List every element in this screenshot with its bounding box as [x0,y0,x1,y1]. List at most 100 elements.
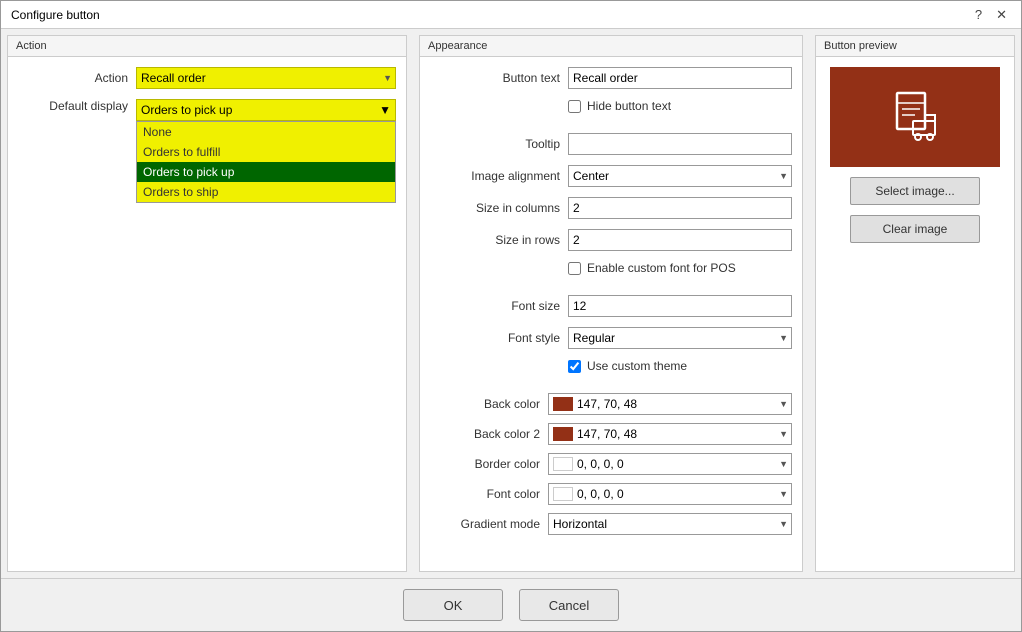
action-dropdown-wrapper[interactable]: Recall order ▼ [136,67,396,89]
back-color-arrow: ▼ [779,399,788,409]
border-color-swatch [553,457,573,471]
size-columns-row: Size in columns [430,197,792,219]
back-color-swatch [553,397,573,411]
left-panel: Action Action Recall order ▼ Default dis… [7,35,407,572]
right-panel: Button preview [815,35,1015,572]
back-color-row: Back color 147, 70, 48 ▼ [430,393,792,415]
font-color-label: Font color [450,487,540,501]
hide-button-text-label[interactable]: Hide button text [587,99,671,113]
default-display-selected[interactable]: Orders to pick up ▼ [136,99,396,121]
enable-custom-font-checkbox[interactable] [568,262,581,275]
back-color2-control[interactable]: 147, 70, 48 ▼ [548,423,792,445]
font-color-arrow: ▼ [779,489,788,499]
left-panel-header: Action [8,36,406,57]
cancel-button[interactable]: Cancel [519,589,619,621]
middle-panel-content: Button text Hide button text Tooltip [420,57,802,571]
default-display-arrow: ▼ [379,103,391,117]
font-style-wrapper[interactable]: Regular Bold Italic ▼ [568,327,792,349]
configure-button-dialog: Configure button ? ✕ Action Action Recal… [0,0,1022,632]
close-button[interactable]: ✕ [992,7,1011,23]
gradient-mode-select[interactable]: Horizontal Vertical None [548,513,792,535]
hide-button-text-checkbox-row: Hide button text [568,99,671,113]
size-rows-row: Size in rows [430,229,792,251]
dropdown-item-pickup[interactable]: Orders to pick up [137,162,395,182]
help-button[interactable]: ? [971,7,986,22]
default-display-label: Default display [18,99,128,113]
button-text-input[interactable] [568,67,792,89]
border-color-value: 0, 0, 0, 0 [577,457,787,471]
button-preview-area: Select image... Clear image [816,57,1014,253]
image-alignment-row: Image alignment Center Left Right ▼ [430,165,792,187]
title-bar: Configure button ? ✕ [1,1,1021,29]
hide-button-text-checkbox[interactable] [568,100,581,113]
ok-button[interactable]: OK [403,589,503,621]
tooltip-input[interactable] [568,133,792,155]
back-color-control[interactable]: 147, 70, 48 ▼ [548,393,792,415]
button-preview-box [830,67,1000,167]
image-alignment-wrapper[interactable]: Center Left Right ▼ [568,165,792,187]
use-custom-theme-row: Use custom theme [430,359,792,383]
font-size-row: Font size [430,295,792,317]
font-style-select[interactable]: Regular Bold Italic [568,327,792,349]
border-color-row: Border color 0, 0, 0, 0 ▼ [430,453,792,475]
use-custom-theme-checkbox[interactable] [568,360,581,373]
action-row: Action Recall order ▼ [18,67,396,89]
font-color-row: Font color 0, 0, 0, 0 ▼ [430,483,792,505]
tooltip-label: Tooltip [430,137,560,151]
left-panel-content: Action Recall order ▼ Default display Or… [8,57,406,571]
size-columns-input[interactable] [568,197,792,219]
enable-custom-font-label[interactable]: Enable custom font for POS [587,261,736,275]
back-color2-row: Back color 2 147, 70, 48 ▼ [430,423,792,445]
default-display-list: None Orders to fulfill Orders to pick up… [136,121,396,203]
font-size-input[interactable] [568,295,792,317]
font-style-label: Font style [430,331,560,345]
action-select[interactable]: Recall order [136,67,396,89]
default-display-row: Default display Orders to pick up ▼ None… [18,99,396,121]
tooltip-row: Tooltip [430,133,792,155]
custom-font-checkbox-row: Enable custom font for POS [568,261,736,275]
image-alignment-select[interactable]: Center Left Right [568,165,792,187]
back-color-label: Back color [450,397,540,411]
font-size-label: Font size [430,299,560,313]
dialog-body: Action Action Recall order ▼ Default dis… [1,29,1021,578]
back-color2-swatch [553,427,573,441]
back-color2-arrow: ▼ [779,429,788,439]
use-custom-theme-label[interactable]: Use custom theme [587,359,687,373]
action-label: Action [18,71,128,85]
enable-custom-font-row: Enable custom font for POS [430,261,792,285]
title-bar-controls: ? ✕ [971,7,1011,23]
clear-image-button[interactable]: Clear image [850,215,980,243]
default-display-area[interactable]: Orders to pick up ▼ None Orders to fulfi… [136,99,396,121]
middle-panel: Appearance Button text Hide button text [419,35,803,572]
button-text-label: Button text [430,71,560,85]
gradient-mode-row: Gradient mode Horizontal Vertical None ▼ [430,513,792,535]
button-text-row: Button text [430,67,792,89]
back-color2-value: 147, 70, 48 [577,427,787,441]
dropdown-item-ship[interactable]: Orders to ship [137,182,395,202]
image-alignment-label: Image alignment [430,169,560,183]
preview-icon [885,87,945,147]
font-color-value: 0, 0, 0, 0 [577,487,787,501]
font-color-control[interactable]: 0, 0, 0, 0 ▼ [548,483,792,505]
dialog-title: Configure button [11,8,100,22]
size-rows-label: Size in rows [430,233,560,247]
size-columns-label: Size in columns [430,201,560,215]
border-color-control[interactable]: 0, 0, 0, 0 ▼ [548,453,792,475]
back-color-value: 147, 70, 48 [577,397,787,411]
dropdown-item-fulfill[interactable]: Orders to fulfill [137,142,395,162]
back-color2-label: Back color 2 [450,427,540,441]
dialog-footer: OK Cancel [1,578,1021,631]
font-style-row: Font style Regular Bold Italic ▼ [430,327,792,349]
gradient-mode-label: Gradient mode [450,517,540,531]
border-color-label: Border color [450,457,540,471]
middle-panel-header: Appearance [420,36,802,57]
font-color-swatch [553,487,573,501]
size-rows-input[interactable] [568,229,792,251]
border-color-arrow: ▼ [779,459,788,469]
dropdown-item-none[interactable]: None [137,122,395,142]
gradient-mode-wrapper[interactable]: Horizontal Vertical None ▼ [548,513,792,535]
custom-theme-checkbox-row: Use custom theme [568,359,687,373]
select-image-button[interactable]: Select image... [850,177,980,205]
right-panel-header: Button preview [816,36,1014,57]
hide-button-text-row: Hide button text [430,99,792,123]
